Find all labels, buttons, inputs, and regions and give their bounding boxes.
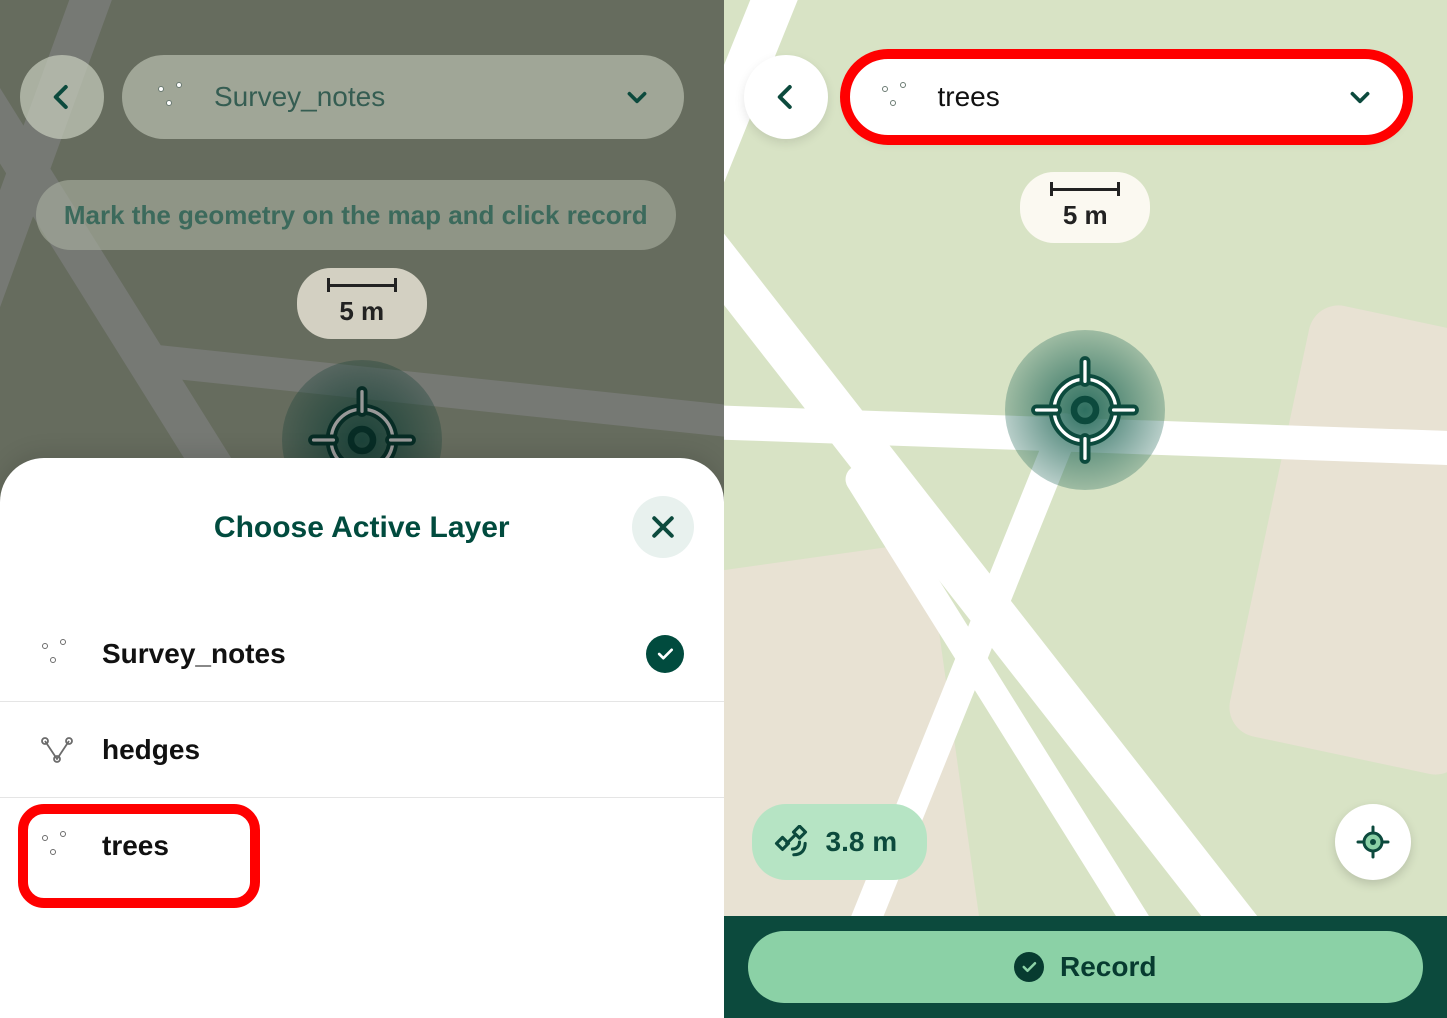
map-crosshair: [1005, 330, 1165, 490]
locate-me-button[interactable]: [1335, 804, 1411, 880]
layer-row-trees[interactable]: trees: [0, 798, 724, 894]
scale-indicator: 5 m: [297, 268, 427, 339]
scale-indicator: 5 m: [1020, 172, 1150, 243]
close-icon: [648, 512, 678, 542]
locate-icon: [1355, 824, 1391, 860]
record-label: Record: [1060, 951, 1156, 983]
back-button[interactable]: [744, 55, 828, 139]
gps-accuracy-pill[interactable]: 3.8 m: [752, 804, 928, 880]
record-button[interactable]: Record: [748, 931, 1424, 1003]
instruction-text: Mark the geometry on the map and click r…: [64, 200, 648, 231]
bottom-action-bar: Record: [724, 916, 1447, 1018]
right-screenshot: trees 5 m: [724, 0, 1447, 1018]
layer-row-hedges[interactable]: hedges: [0, 702, 724, 798]
points-layer-icon: [880, 82, 914, 112]
active-layer-dropdown[interactable]: trees: [846, 55, 1408, 139]
chevron-down-icon: [624, 84, 650, 110]
lines-layer-icon: [40, 735, 74, 765]
points-layer-icon: [40, 639, 74, 669]
left-screenshot: Survey_notes Mark the geometry on the ma…: [0, 0, 724, 1018]
active-layer-label: trees: [938, 81, 1324, 113]
layer-name: trees: [102, 830, 684, 862]
close-button[interactable]: [632, 496, 694, 558]
choose-layer-sheet: Choose Active Layer Survey_notes: [0, 458, 724, 1018]
points-layer-icon: [40, 831, 74, 861]
layer-name: hedges: [102, 734, 684, 766]
gps-accuracy-value: 3.8 m: [826, 826, 898, 858]
active-layer-label: Survey_notes: [214, 81, 600, 113]
active-layer-dropdown[interactable]: Survey_notes: [122, 55, 684, 139]
layer-list: Survey_notes hedges trees: [0, 606, 724, 894]
back-button[interactable]: [20, 55, 104, 139]
instruction-pill: Mark the geometry on the map and click r…: [36, 180, 676, 250]
sheet-title: Choose Active Layer: [214, 511, 510, 545]
layer-row-survey-notes[interactable]: Survey_notes: [0, 606, 724, 702]
points-layer-icon: [156, 82, 190, 112]
scale-label: 5 m: [1063, 200, 1108, 231]
record-check-icon: [1014, 952, 1044, 982]
scale-label: 5 m: [339, 296, 384, 327]
layer-name: Survey_notes: [102, 638, 618, 670]
satellite-icon: [774, 825, 808, 859]
selected-check-icon: [646, 635, 684, 673]
chevron-down-icon: [1347, 84, 1373, 110]
